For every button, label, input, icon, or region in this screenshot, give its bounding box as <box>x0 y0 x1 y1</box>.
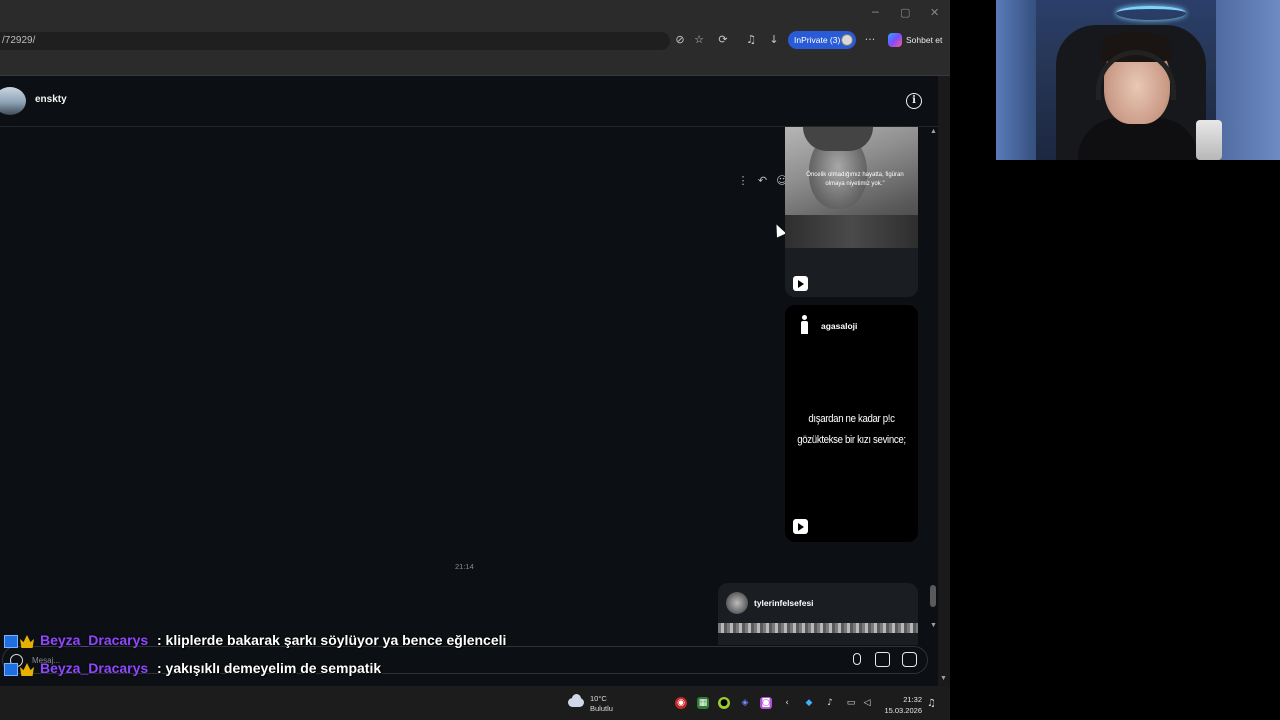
minimize-icon[interactable]: ─ <box>872 6 879 19</box>
extensions-icon[interactable]: ⟳ <box>715 32 731 48</box>
more-menu-icon[interactable]: ··· <box>862 32 878 48</box>
favorite-star-icon[interactable]: ☆ <box>691 32 707 48</box>
download-icon[interactable]: ↓ <box>766 32 782 48</box>
reel-message[interactable]: Öncelik olmadığımız hayatta, figüran olm… <box>785 127 918 297</box>
page-scroll-down-icon[interactable]: ▼ <box>940 675 947 682</box>
neon-sign <box>1116 6 1186 20</box>
scroll-up-icon[interactable]: ▲ <box>930 128 937 135</box>
volume-icon[interactable]: ◁ <box>861 697 873 709</box>
camera-app-icon[interactable]: ◙ <box>760 697 772 709</box>
network-app-icon[interactable]: ◈ <box>739 697 751 709</box>
chat-username: Beyza_Dracarys <box>40 632 149 648</box>
reel-quote: Öncelik olmadığımız hayatta, figüran olm… <box>806 172 904 187</box>
copilot-chat-label: Sohbet et <box>906 35 943 45</box>
thread-scrollbar[interactable] <box>928 127 938 645</box>
profile-avatar-icon <box>841 34 853 46</box>
message-timestamp: 21:14 <box>455 562 474 571</box>
notification-bell-icon[interactable]: ♫ <box>927 698 936 709</box>
chat-message: : kliplerde bakarak şarkı söylüyor ya be… <box>157 632 507 648</box>
dm-header <box>0 76 950 127</box>
reel-caption-line: gözüktekse bir kızı sevince; <box>797 434 906 446</box>
gaming-icon[interactable]: ▦ <box>697 697 709 709</box>
microphone-tray-icon[interactable]: ♪ <box>824 697 836 709</box>
collections-icon[interactable]: ♫ <box>743 32 759 48</box>
reel-author[interactable]: agasaloji <box>821 321 857 331</box>
subscriber-badge-icon <box>4 635 18 648</box>
address-bar-row: /72929/ ⊘ ☆ ⟳ ♫ ↓ InPrivate (3) ··· Sohb… <box>0 28 950 52</box>
weather-temperature: 10°C <box>590 694 607 703</box>
reel-thumbnail: Öncelik olmadığımız hayatta, figüran olm… <box>785 127 918 248</box>
more-icon[interactable]: ⋮ <box>735 174 751 187</box>
microphone-icon[interactable] <box>853 653 861 665</box>
clock-date: 15.03.2026 <box>884 706 922 715</box>
microphone-stand <box>1196 120 1222 160</box>
chat-message: : yakışıklı demeyelim de sempatik <box>157 660 382 676</box>
inprivate-button[interactable]: InPrivate (3) <box>788 31 856 49</box>
address-bar[interactable]: /72929/ <box>0 32 670 50</box>
favorites-bar <box>0 52 950 76</box>
nvidia-icon[interactable]: ● <box>718 697 730 709</box>
chat-username: Beyza_Dracarys <box>40 660 149 676</box>
crown-badge-icon <box>20 635 34 648</box>
display-icon[interactable]: ▭ <box>845 697 857 709</box>
clock-time: 21:32 <box>903 695 922 704</box>
inprivate-label: InPrivate (3) <box>794 35 841 45</box>
message-actions: ⋮ ↶ ☺ <box>735 174 790 187</box>
cloud-icon <box>568 694 584 707</box>
reel-caption-line: dışardan ne kadar p!c <box>808 413 895 425</box>
reel-author-avatar <box>726 592 748 614</box>
wifi-app-icon[interactable]: ◆ <box>803 697 815 709</box>
reel-author[interactable]: tylerinfelsefesi <box>754 598 814 608</box>
webcam-overlay <box>996 0 1280 160</box>
play-icon[interactable] <box>793 519 808 534</box>
info-icon[interactable]: i <box>906 93 922 109</box>
sticker-icon[interactable] <box>902 652 917 667</box>
scroll-down-icon[interactable]: ▼ <box>930 622 937 629</box>
scrollbar-thumb[interactable] <box>930 585 936 607</box>
crown-badge-icon <box>20 663 34 676</box>
antivirus-icon[interactable]: ◉ <box>675 697 687 709</box>
subscriber-badge-icon <box>4 663 18 676</box>
reel-message[interactable]: agasaloji dışardan ne kadar p!c gözüktek… <box>785 305 918 542</box>
taskbar-clock[interactable]: 21:32 15.03.2026 <box>884 694 922 716</box>
maximize-icon[interactable]: ▢ <box>900 6 910 19</box>
chevron-icon[interactable]: ‹ <box>781 697 793 709</box>
image-icon[interactable] <box>875 652 890 667</box>
twitch-chat-line: Beyza_Dracarys : yakışıklı demeyelim de … <box>4 659 704 681</box>
reel-thumbnail <box>718 623 918 633</box>
copilot-chat-button[interactable]: Sohbet et <box>888 33 942 47</box>
twitch-chat-line: Beyza_Dracarys : kliplerde bakarak şarkı… <box>4 631 704 653</box>
browser-titlebar: ─ ▢ ✕ <box>0 0 950 28</box>
copilot-icon <box>888 33 902 47</box>
contact-username[interactable]: enskty <box>35 94 67 105</box>
page-scrollbar[interactable] <box>938 76 950 686</box>
reel-caption: dışardan ne kadar p!c gözüktekse bir kız… <box>793 409 910 451</box>
person-icon <box>801 315 808 335</box>
tracking-prevention-icon[interactable]: ⊘ <box>672 32 688 48</box>
close-icon[interactable]: ✕ <box>930 6 939 19</box>
reply-icon[interactable]: ↶ <box>755 174 771 187</box>
weather-description: Bulutlu <box>590 704 613 713</box>
reel-message[interactable]: tylerinfelsefesi <box>718 583 918 645</box>
screen: ─ ▢ ✕ /72929/ ⊘ ☆ ⟳ ♫ ↓ InPrivate (3) ··… <box>0 0 1280 720</box>
play-icon[interactable] <box>793 276 808 291</box>
